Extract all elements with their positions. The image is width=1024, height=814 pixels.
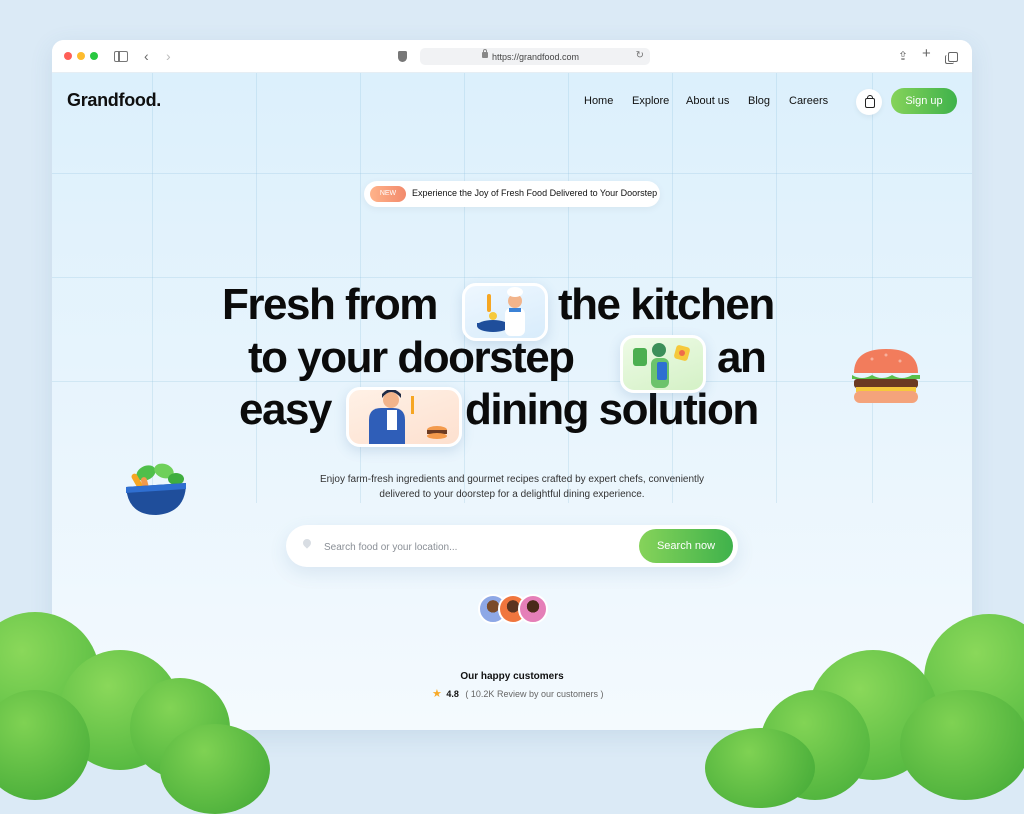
back-icon[interactable]: ‹ bbox=[144, 48, 149, 64]
chef-cooking-icon bbox=[477, 287, 525, 336]
reload-icon[interactable]: ↻ bbox=[636, 50, 644, 61]
headline-line1-end: the kitchen bbox=[558, 280, 775, 329]
sidebar-icon[interactable] bbox=[114, 51, 128, 62]
nav-home[interactable]: Home bbox=[584, 95, 613, 107]
customer-rating: ★ 4.8 ( 10.2K Review by our customers ) bbox=[432, 687, 603, 700]
nav-about-us[interactable]: About us bbox=[686, 95, 729, 107]
diner-illustration bbox=[346, 387, 462, 447]
headline-line1-start: Fresh from bbox=[222, 280, 438, 329]
minimize-window-button[interactable] bbox=[77, 52, 85, 60]
maximize-window-button[interactable] bbox=[90, 52, 98, 60]
hero-description-line1: Enjoy farm-fresh ingredients and gourmet… bbox=[319, 474, 705, 485]
avatar bbox=[518, 594, 548, 624]
burger-icon bbox=[852, 349, 920, 403]
forward-icon[interactable]: › bbox=[166, 48, 171, 64]
grid-line bbox=[776, 73, 777, 503]
star-icon: ★ bbox=[432, 688, 442, 700]
landing-page: Grandfood. Home Explore About us Blog Ca… bbox=[52, 73, 972, 730]
chef-illustration bbox=[462, 283, 548, 341]
grid-line bbox=[152, 73, 153, 503]
shield-icon[interactable] bbox=[398, 51, 407, 62]
delivery-illustration bbox=[620, 335, 706, 393]
announcement-pill[interactable]: NEW Experience the Joy of Fresh Food Del… bbox=[364, 181, 660, 207]
browser-window: ‹ › https://grandfood.com ↻ ⇪ + Grandfoo… bbox=[52, 40, 972, 730]
new-tab-icon[interactable]: + bbox=[922, 46, 931, 62]
announcement-text: Experience the Joy of Fresh Food Deliver… bbox=[412, 188, 658, 198]
new-badge: NEW bbox=[370, 186, 406, 202]
search-now-button[interactable]: Search now bbox=[639, 529, 733, 563]
close-window-button[interactable] bbox=[64, 52, 72, 60]
delivery-person-icon bbox=[633, 343, 690, 388]
signup-button[interactable]: Sign up bbox=[891, 88, 957, 114]
grid-line bbox=[52, 277, 972, 278]
headline-line2-end: an bbox=[717, 333, 767, 382]
grid-line bbox=[52, 173, 972, 174]
grid-line bbox=[872, 73, 873, 503]
browser-toolbar: ‹ › https://grandfood.com ↻ ⇪ + bbox=[52, 40, 972, 73]
nav-explore[interactable]: Explore bbox=[632, 95, 669, 107]
cart-icon bbox=[865, 95, 875, 108]
tabs-icon[interactable] bbox=[945, 52, 958, 64]
search-input[interactable] bbox=[322, 536, 626, 558]
review-count: ( 10.2K Review by our customers ) bbox=[465, 689, 604, 699]
search-bar: Search now bbox=[286, 525, 738, 567]
share-icon[interactable]: ⇪ bbox=[898, 48, 908, 64]
headline-line3-start: easy bbox=[239, 385, 332, 434]
rating-score: 4.8 bbox=[446, 689, 459, 699]
cart-button[interactable] bbox=[856, 89, 882, 115]
brand-logo[interactable]: Grandfood. bbox=[67, 90, 161, 111]
woman-eating-icon bbox=[369, 390, 447, 444]
lock-icon bbox=[482, 49, 488, 58]
nav-careers[interactable]: Careers bbox=[789, 95, 828, 107]
address-bar[interactable]: https://grandfood.com ↻ bbox=[420, 48, 650, 65]
url-text: https://grandfood.com bbox=[492, 52, 580, 62]
salad-bowl-icon bbox=[126, 463, 186, 515]
location-pin-icon bbox=[301, 537, 313, 549]
hero-description-line2: delivered to your doorstep for a delight… bbox=[379, 489, 645, 500]
headline-line3-end: dining solution bbox=[465, 385, 759, 434]
nav-blog[interactable]: Blog bbox=[748, 95, 770, 107]
